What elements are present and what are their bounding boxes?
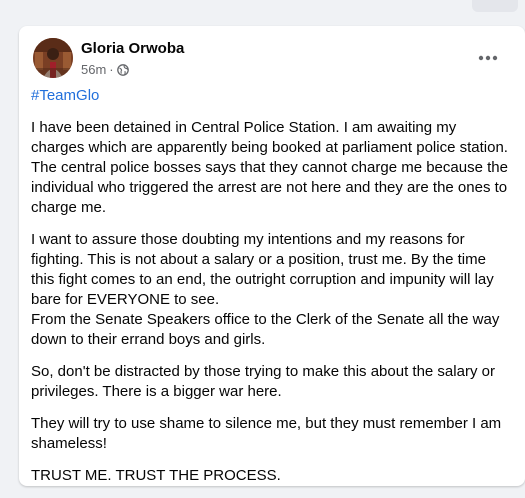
post-paragraph: I have been detained in Central Police S… <box>31 119 508 216</box>
avatar-photo <box>33 38 73 78</box>
post-paragraph: I want to assure those doubting my inten… <box>31 231 500 348</box>
post-card: Gloria Orwoba 56m · #TeamGlo I have been… <box>19 26 525 486</box>
more-options-icon <box>478 48 498 66</box>
author-name[interactable]: Gloria Orwoba <box>81 40 184 57</box>
more-options-button[interactable] <box>470 43 506 71</box>
feed-top-strip <box>0 0 525 22</box>
meta-separator: · <box>109 62 114 77</box>
hashtag-link[interactable]: #TeamGlo <box>31 86 509 106</box>
post-time[interactable]: 56m <box>81 62 106 77</box>
avatar[interactable] <box>33 38 73 78</box>
post-paragraph: TRUST ME. TRUST THE PROCESS. <box>31 467 281 484</box>
post-meta: 56m · <box>81 62 129 77</box>
post-paragraph: So, don't be distracted by those trying … <box>31 363 495 400</box>
globe-icon[interactable] <box>116 63 129 76</box>
post-body: #TeamGlo I have been detained in Central… <box>31 86 509 498</box>
post-paragraph: They will try to use shame to silence me… <box>31 415 502 452</box>
feed-top-button[interactable] <box>472 0 518 12</box>
